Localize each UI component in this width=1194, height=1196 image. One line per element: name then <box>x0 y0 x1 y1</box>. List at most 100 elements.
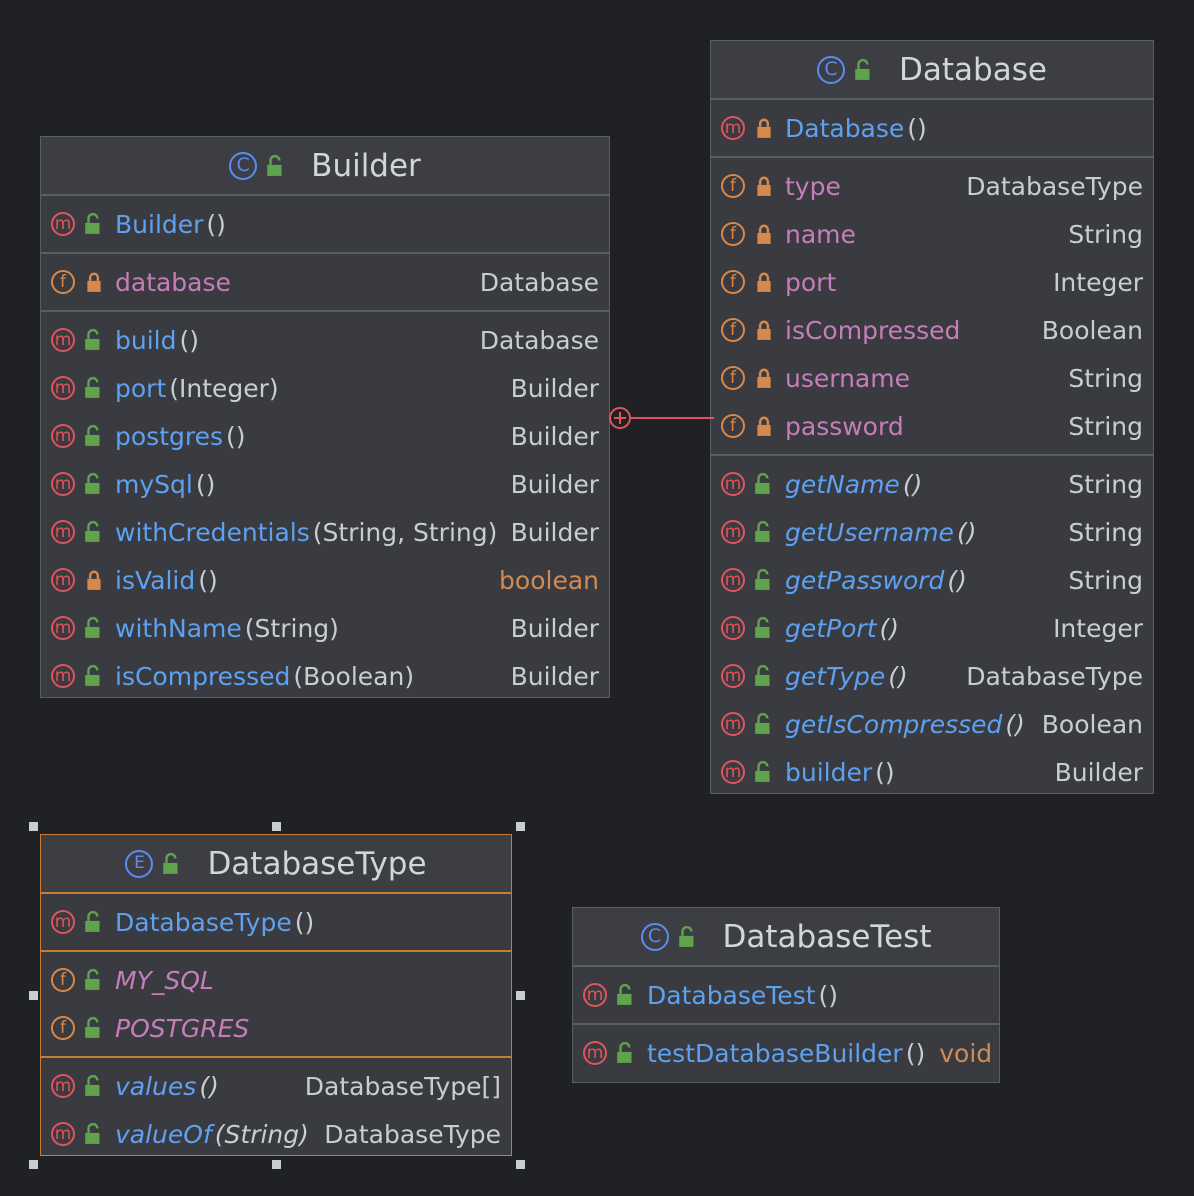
field-name: isCompressed <box>785 315 961 345</box>
field-row[interactable]: f username String <box>711 354 1153 402</box>
field-row[interactable]: f name String <box>711 210 1153 258</box>
class-header[interactable]: C DatabaseTest <box>573 908 999 965</box>
constructor-row[interactable]: m Builder () <box>41 200 609 248</box>
method-row[interactable]: m getType () DatabaseType <box>711 652 1153 700</box>
method-row[interactable]: m postgres () Builder <box>41 412 609 460</box>
method-row[interactable]: m getName () String <box>711 460 1153 508</box>
constructor-row[interactable]: m DatabaseType () <box>41 898 511 946</box>
method-name: isValid <box>115 565 196 595</box>
method-row[interactable]: m getPort () Integer <box>711 604 1153 652</box>
constructor-row[interactable]: m DatabaseTest () <box>573 971 999 1019</box>
class-database-test[interactable]: C DatabaseTest m DatabaseTest () m testD… <box>572 907 1000 1083</box>
private-lock-icon <box>753 117 775 139</box>
resize-handle-w[interactable] <box>29 991 38 1000</box>
field-row[interactable]: f database Database <box>41 258 609 306</box>
field-type: String <box>1068 411 1143 441</box>
method-name: getPassword <box>785 565 945 595</box>
method-row[interactable]: m withName (String) Builder <box>41 604 609 652</box>
method-row[interactable]: m isCompressed (Boolean) Builder <box>41 652 609 700</box>
class-icon: C <box>817 55 846 84</box>
return-type: DatabaseType[] <box>304 1071 501 1101</box>
params: () <box>199 1071 219 1101</box>
method-row[interactable]: m port (Integer) Builder <box>41 364 609 412</box>
resize-handle-se[interactable] <box>516 1160 525 1169</box>
method-name: mySql <box>115 469 193 499</box>
method-row[interactable]: m getUsername () String <box>711 508 1153 556</box>
field-row[interactable]: f password String <box>711 402 1153 450</box>
field-icon: f <box>51 968 75 992</box>
enum-constant-row[interactable]: f MY_SQL <box>41 956 511 1004</box>
field-name: password <box>785 411 904 441</box>
params: () <box>818 980 839 1010</box>
return-type: boolean <box>499 565 599 595</box>
return-type: Database <box>479 325 599 355</box>
resize-handle-ne[interactable] <box>516 822 525 831</box>
method-row[interactable]: m testDatabaseBuilder () void <box>573 1029 999 1077</box>
method-icon: m <box>51 664 75 688</box>
return-type: Builder <box>510 421 599 451</box>
class-database[interactable]: C Database m Database () f type Database… <box>710 40 1154 794</box>
method-row[interactable]: m valueOf (String) DatabaseType <box>41 1110 511 1158</box>
constructor-row[interactable]: m Database () <box>711 104 1153 152</box>
constructor-name: DatabaseTest <box>647 980 816 1010</box>
private-lock-icon <box>753 223 775 245</box>
private-lock-icon <box>753 319 775 341</box>
method-row[interactable]: m builder () Builder <box>711 748 1153 796</box>
resize-handle-s[interactable] <box>272 1160 281 1169</box>
public-lock-icon <box>83 911 105 933</box>
method-row[interactable]: m values () DatabaseType[] <box>41 1062 511 1110</box>
class-header[interactable]: E DatabaseType <box>41 835 511 892</box>
field-row[interactable]: f isCompressed Boolean <box>711 306 1153 354</box>
private-lock-icon <box>753 367 775 389</box>
resize-handle-e[interactable] <box>516 991 525 1000</box>
method-icon: m <box>721 664 745 688</box>
class-header[interactable]: C Database <box>711 41 1153 98</box>
method-icon: m <box>51 424 75 448</box>
method-row[interactable]: m getIsCompressed () Boolean <box>711 700 1153 748</box>
params: () <box>888 661 908 691</box>
private-lock-icon <box>753 175 775 197</box>
public-lock-icon <box>615 1042 637 1064</box>
method-icon: m <box>721 712 745 736</box>
public-lock-icon <box>83 377 105 399</box>
params: () <box>198 565 218 595</box>
class-header[interactable]: C Builder <box>41 137 609 194</box>
field-row[interactable]: f type DatabaseType <box>711 162 1153 210</box>
field-icon: f <box>721 222 745 246</box>
class-icon: C <box>229 151 258 180</box>
private-lock-icon <box>753 415 775 437</box>
method-row[interactable]: m withCredentials (String, String) Build… <box>41 508 609 556</box>
method-name: postgres <box>115 421 223 451</box>
return-type: Builder <box>510 373 599 403</box>
method-name: builder <box>785 757 873 787</box>
public-lock-icon <box>83 425 105 447</box>
method-row[interactable]: m build () Database <box>41 316 609 364</box>
method-icon: m <box>51 910 75 934</box>
public-lock-icon <box>753 617 775 639</box>
public-lock-icon <box>265 155 287 177</box>
field-name: port <box>785 267 837 297</box>
enum-constant-row[interactable]: f POSTGRES <box>41 1004 511 1052</box>
private-lock-icon <box>83 271 105 293</box>
resize-handle-sw[interactable] <box>29 1160 38 1169</box>
inner-class-connector[interactable] <box>606 404 714 432</box>
method-row[interactable]: m mySql () Builder <box>41 460 609 508</box>
resize-handle-n[interactable] <box>272 822 281 831</box>
field-row[interactable]: f port Integer <box>711 258 1153 306</box>
method-row[interactable]: m getPassword () String <box>711 556 1153 604</box>
field-icon: f <box>721 414 745 438</box>
enum-database-type[interactable]: E DatabaseType m DatabaseType () f MY_SQ… <box>40 834 512 1156</box>
class-builder[interactable]: C Builder m Builder () f database Databa… <box>40 136 610 698</box>
resize-handle-nw[interactable] <box>29 822 38 831</box>
method-icon: m <box>51 328 75 352</box>
field-type: Database <box>479 267 599 297</box>
public-lock-icon <box>83 617 105 639</box>
return-type: String <box>1068 517 1143 547</box>
return-type: Builder <box>510 469 599 499</box>
params: () <box>879 613 900 643</box>
field-type: Boolean <box>1041 315 1143 345</box>
method-name: values <box>115 1071 197 1101</box>
method-row[interactable]: m isValid () boolean <box>41 556 609 604</box>
enum-icon: E <box>125 849 154 878</box>
class-name: Builder <box>311 147 421 184</box>
